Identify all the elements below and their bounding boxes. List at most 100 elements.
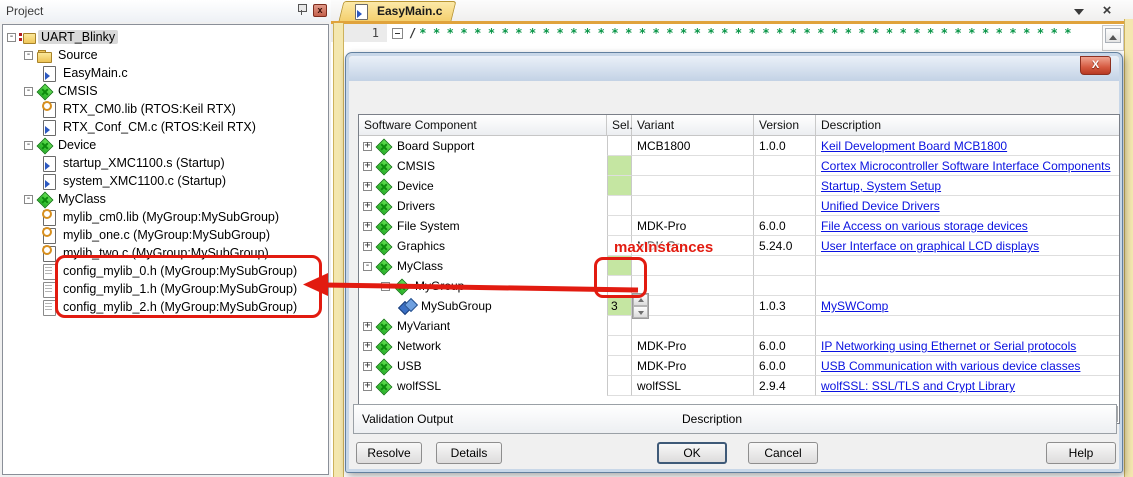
tree-item-label[interactable]: config_mylib_2.h (MyGroup:MySubGroup) — [60, 300, 300, 314]
description-link[interactable]: Unified Device Drivers — [821, 199, 940, 213]
sel-cell[interactable] — [607, 316, 632, 336]
description-link[interactable]: IP Networking using Ethernet or Serial p… — [821, 339, 1076, 353]
help-button[interactable]: Help — [1046, 442, 1116, 464]
variant-cell[interactable] — [632, 296, 754, 316]
variant-cell[interactable]: MDK-Pro — [632, 356, 754, 376]
description-link[interactable]: MySWComp — [821, 299, 888, 313]
component-row[interactable]: + Drivers Unified Device Drivers — [359, 196, 1119, 216]
expand-toggle-icon[interactable]: - — [24, 87, 33, 96]
component-row[interactable]: + Graphics MDK-Pro 5.24.0 User Interface… — [359, 236, 1119, 256]
description-link[interactable]: wolfSSL: SSL/TLS and Crypt Library — [821, 379, 1015, 393]
tab-easymain[interactable]: EasyMain.c — [347, 1, 450, 21]
component-label[interactable]: MyVariant — [394, 319, 453, 333]
tree-item[interactable]: mylib_one.c (MyGroup:MySubGroup) — [3, 226, 328, 244]
component-label[interactable]: Graphics — [394, 239, 448, 253]
ok-button[interactable]: OK — [657, 442, 727, 464]
component-label[interactable]: Device — [394, 179, 437, 193]
tree-item-label[interactable]: system_XMC1100.c (Startup) — [60, 174, 229, 188]
tree-item[interactable]: mylib_cm0.lib (MyGroup:MySubGroup) — [3, 208, 328, 226]
expand-toggle-icon[interactable]: + — [363, 222, 372, 231]
expand-toggle-icon[interactable]: - — [24, 141, 33, 150]
sel-cell[interactable] — [607, 356, 632, 376]
expand-toggle-icon[interactable]: + — [363, 362, 372, 371]
expand-toggle-icon[interactable]: + — [363, 182, 372, 191]
tree-item-label[interactable]: mylib_cm0.lib (MyGroup:MySubGroup) — [60, 210, 282, 224]
tree-item-label[interactable]: config_mylib_1.h (MyGroup:MySubGroup) — [60, 282, 300, 296]
tree-item[interactable]: config_mylib_1.h (MyGroup:MySubGroup) — [3, 280, 328, 298]
variant-cell[interactable]: MDK-Pro — [632, 216, 754, 236]
tree-item[interactable]: - Source — [3, 46, 328, 64]
description-link[interactable]: Startup, System Setup — [821, 179, 941, 193]
close-icon[interactable]: x — [313, 4, 327, 17]
variant-cell[interactable] — [632, 256, 754, 276]
component-cell[interactable]: + USB — [359, 356, 607, 376]
tab-label[interactable]: EasyMain.c — [377, 4, 442, 18]
dialog-close-icon[interactable]: X — [1080, 56, 1111, 75]
description-link[interactable]: User Interface on graphical LCD displays — [821, 239, 1039, 253]
variant-cell[interactable] — [632, 316, 754, 336]
sel-cell[interactable] — [607, 196, 632, 216]
component-row[interactable]: + wolfSSL wolfSSL 2.9.4 wolfSSL: SSL/TLS… — [359, 376, 1119, 396]
close-document-icon[interactable]: × — [1099, 4, 1115, 18]
variant-cell[interactable]: wolfSSL — [632, 376, 754, 396]
component-label[interactable]: wolfSSL — [394, 379, 444, 393]
description-link[interactable]: Cortex Microcontroller Software Interfac… — [821, 159, 1110, 173]
expand-toggle-icon[interactable]: - — [24, 195, 33, 204]
component-label[interactable]: MyClass — [394, 259, 446, 273]
tree-item-label[interactable]: EasyMain.c — [60, 66, 131, 80]
component-label[interactable]: MySubGroup — [418, 299, 495, 313]
component-row[interactable]: + Network MDK-Pro 6.0.0 IP Networking us… — [359, 336, 1119, 356]
component-label[interactable]: File System — [394, 219, 463, 233]
variant-cell[interactable]: MCB1800 — [632, 136, 754, 156]
component-row[interactable]: + CMSIS Cortex Microcontroller Software … — [359, 156, 1119, 176]
tree-item[interactable]: config_mylib_0.h (MyGroup:MySubGroup) — [3, 262, 328, 280]
component-row[interactable]: + Device Startup, System Setup — [359, 176, 1119, 196]
tree-item[interactable]: startup_XMC1100.s (Startup) — [3, 154, 328, 172]
tree-item-label[interactable]: mylib_two.c (MyGroup:MySubGroup) — [60, 246, 272, 260]
component-row[interactable]: MySubGroup 3 1.0.3 MySWComp — [359, 296, 1119, 316]
sel-cell[interactable] — [607, 216, 632, 236]
expand-toggle-icon[interactable]: + — [363, 162, 372, 171]
tree-item-label[interactable]: Source — [55, 48, 101, 62]
fold-toggle-icon[interactable] — [392, 28, 403, 39]
component-cell[interactable]: + File System — [359, 216, 607, 236]
tree-item[interactable]: - Device — [3, 136, 328, 154]
component-row[interactable]: + MyVariant — [359, 316, 1119, 336]
component-cell[interactable]: + Network — [359, 336, 607, 356]
component-cell[interactable]: + wolfSSL — [359, 376, 607, 396]
component-row[interactable]: + File System MDK-Pro 6.0.0 File Access … — [359, 216, 1119, 236]
description-link[interactable]: Keil Development Board MCB1800 — [821, 139, 1007, 153]
expand-toggle-icon[interactable]: + — [363, 202, 372, 211]
expand-toggle-icon[interactable]: + — [363, 142, 372, 151]
variant-cell[interactable] — [632, 176, 754, 196]
component-cell[interactable]: + Board Support — [359, 136, 607, 156]
expand-toggle-icon[interactable]: - — [7, 33, 16, 42]
pin-icon[interactable] — [296, 3, 308, 17]
variant-cell[interactable] — [632, 276, 754, 296]
tree-item[interactable]: - MyClass — [3, 190, 328, 208]
component-row[interactable]: + USB MDK-Pro 6.0.0 USB Communication wi… — [359, 356, 1119, 376]
expand-toggle-icon[interactable]: - — [363, 262, 372, 271]
tree-item[interactable]: - UART_Blinky — [3, 28, 328, 46]
editor-vscrollbar[interactable] — [1102, 25, 1124, 51]
tree-item[interactable]: - CMSIS — [3, 82, 328, 100]
expand-toggle-icon[interactable]: - — [24, 51, 33, 60]
max-instances-value[interactable]: 3 — [611, 299, 618, 313]
component-label[interactable]: Network — [394, 339, 444, 353]
component-cell[interactable]: - MyClass — [359, 256, 607, 276]
sel-cell[interactable] — [607, 136, 632, 156]
component-row[interactable]: - MyClass — [359, 256, 1119, 276]
details-button[interactable]: Details — [436, 442, 502, 464]
tree-item-label[interactable]: Device — [55, 138, 99, 152]
expand-toggle-icon[interactable]: + — [363, 242, 372, 251]
component-label[interactable]: Board Support — [394, 139, 477, 153]
component-row[interactable]: + Board Support MCB1800 1.0.0 Keil Devel… — [359, 136, 1119, 156]
sel-cell[interactable] — [607, 336, 632, 356]
sel-cell[interactable] — [607, 376, 632, 396]
description-link[interactable]: File Access on various storage devices — [821, 219, 1028, 233]
component-cell[interactable]: + Graphics — [359, 236, 607, 256]
dialog-titlebar[interactable]: X — [349, 56, 1119, 81]
tree-item-label[interactable]: RTX_Conf_CM.c (RTOS:Keil RTX) — [60, 120, 259, 134]
tree-item[interactable]: EasyMain.c — [3, 64, 328, 82]
sel-cell[interactable] — [607, 176, 632, 196]
